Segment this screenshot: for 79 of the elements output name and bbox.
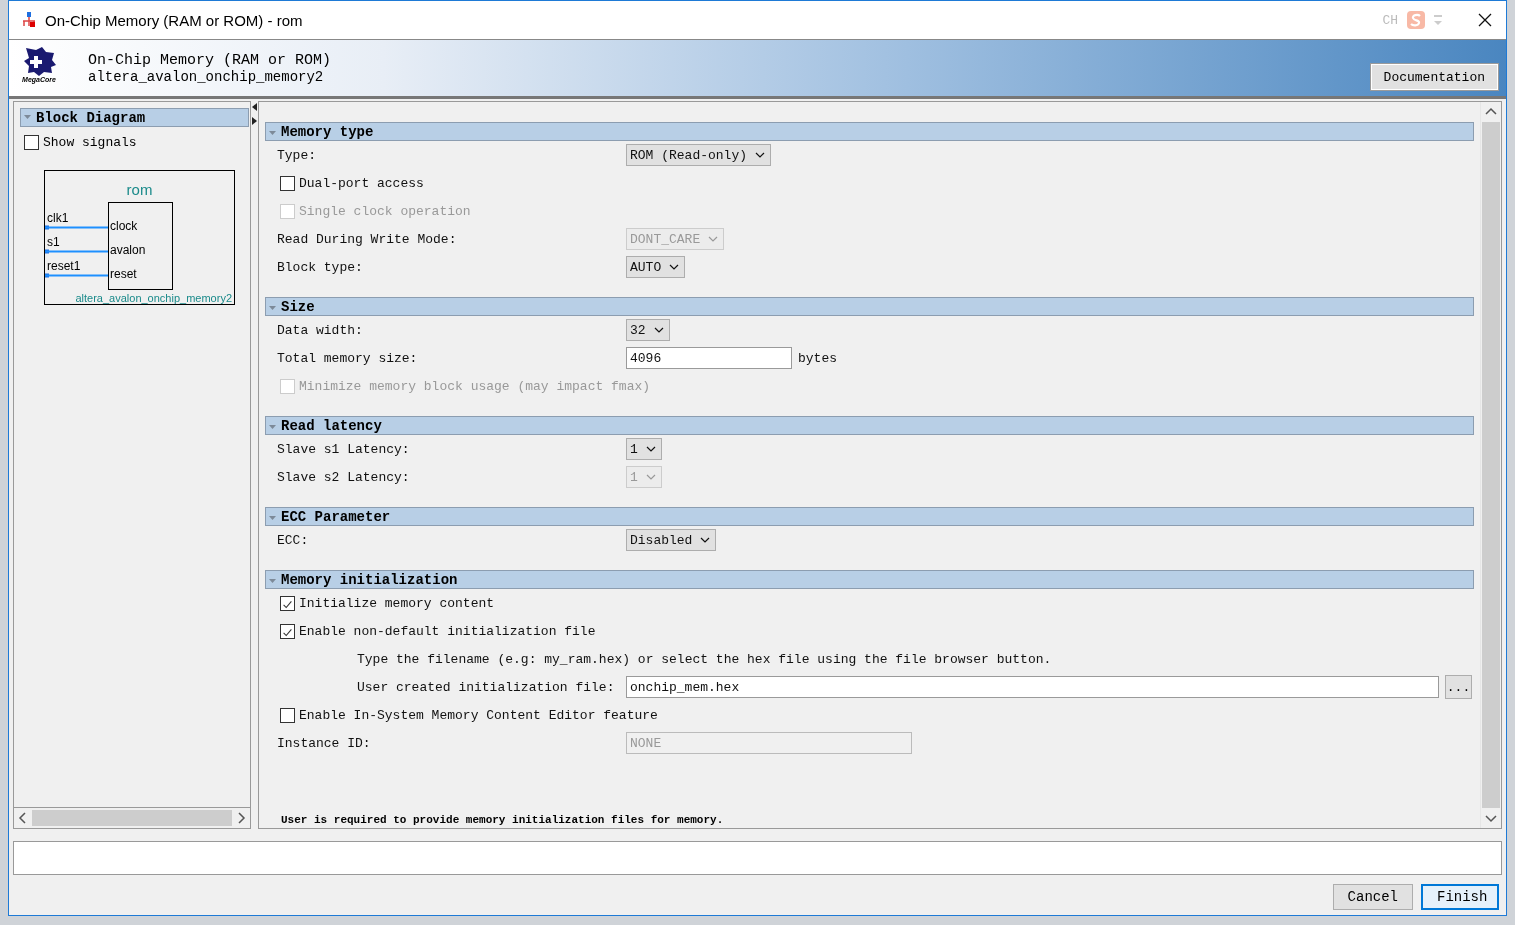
window-title: On-Chip Memory (RAM or ROM) - rom (45, 11, 304, 29)
cancel-button[interactable]: Cancel (1332, 884, 1413, 910)
checkbox-label: Single clock operation (299, 203, 471, 219)
section-title: Memory type (281, 123, 374, 140)
section-title: Size (281, 298, 315, 315)
finish-button[interactable]: Finish (1421, 884, 1499, 910)
chevron-down-icon (669, 264, 680, 270)
documentation-button[interactable]: Documentation (1370, 64, 1498, 90)
dropdown[interactable]: 32 (626, 319, 670, 341)
chevron-down-icon (708, 236, 719, 242)
section-header[interactable]: Memory initialization (265, 570, 1474, 589)
chevron-left-icon[interactable] (18, 812, 28, 824)
hint-text: Type the filename (e.g: my_ram.hex) or select the hex file using the file browser button. (356, 651, 1052, 667)
section-title: ECC Parameter (281, 508, 391, 525)
checkbox-label: Enable In-System Memory Content Editor feature (299, 707, 658, 723)
port-wire (45, 249, 109, 254)
dropdown[interactable]: ROM (Read-only) (626, 144, 772, 166)
section-title: Block Diagram (36, 109, 146, 126)
checkbox[interactable] (24, 135, 39, 150)
field-label: Block type: (277, 259, 364, 275)
text-field[interactable]: 4096 (626, 347, 792, 369)
text-field: NONE (626, 732, 912, 754)
section-title: Read latency (281, 417, 382, 434)
section-header[interactable]: ECC Parameter (265, 507, 1474, 526)
checkbox-label: Minimize memory block usage (may impact fmax) (299, 378, 651, 394)
field-label: Data width: (277, 322, 364, 338)
input-method-icon[interactable] (1406, 10, 1426, 30)
checkbox[interactable] (280, 595, 295, 611)
port-wire (45, 273, 109, 278)
chevron-down-icon (653, 327, 664, 333)
field-label: Slave s2 Latency: (277, 469, 411, 485)
chevron-right-icon[interactable] (236, 812, 246, 824)
checkbox[interactable] (280, 175, 295, 191)
section-header[interactable]: Read latency (265, 416, 1474, 435)
field-label: User created initialization file: (356, 679, 616, 695)
validation-message: User is required to provide memory initialization files for memory. (280, 814, 725, 828)
checkbox[interactable] (280, 623, 295, 639)
dropdown: 1 (626, 466, 662, 488)
browse-button[interactable]: ... (1445, 675, 1472, 699)
checkbox-label: Enable non-default initialization file (299, 623, 596, 639)
field-label: Read During Write Mode: (277, 231, 458, 247)
signal-label: reset1 (47, 259, 81, 273)
section-title: Memory initialization (281, 571, 458, 588)
checkbox-label: Dual-port access (299, 175, 424, 191)
app-icon (21, 12, 37, 28)
component-title: On-Chip Memory (RAM or ROM) (88, 51, 333, 69)
signal-label: s1 (47, 235, 60, 249)
field-label: Total memory size: (277, 350, 419, 366)
instance-name: rom (125, 181, 154, 198)
checkbox-label: Show signals (43, 135, 137, 150)
interface-label: reset (109, 266, 138, 283)
interface-label: avalon (109, 242, 147, 259)
chevron-down-icon (645, 446, 656, 452)
section-header[interactable]: Memory type (265, 122, 1474, 141)
chevron-down-icon (755, 152, 766, 158)
checkbox-label: Initialize memory content (299, 595, 495, 611)
interface-label: clock (109, 218, 139, 235)
chip-logo-icon (22, 46, 56, 76)
unit-label: bytes (798, 350, 837, 366)
dropdown[interactable]: 1 (626, 438, 662, 460)
checkbox[interactable] (280, 707, 295, 723)
dropdown[interactable]: AUTO (626, 256, 686, 278)
chevron-down-icon (700, 537, 711, 543)
chevron-down-icon (645, 474, 656, 480)
vertical-scrollbar[interactable] (1480, 102, 1501, 828)
port-wire (45, 225, 109, 230)
field-label: ECC: (277, 532, 310, 548)
component-name: altera_avalon_onchip_memory2 (88, 68, 325, 85)
file-path-field[interactable]: onchip_mem.hex (626, 676, 1439, 698)
dropdown[interactable]: Disabled (626, 529, 717, 551)
field-label: Slave s1 Latency: (277, 441, 411, 457)
horizontal-scrollbar[interactable] (14, 807, 250, 828)
section-header[interactable]: Block Diagram (20, 108, 249, 127)
field-label: Type: (277, 147, 317, 163)
dropdown: DONT_CARE (626, 228, 725, 250)
field-label: Instance ID: (277, 735, 372, 751)
signal-label: clk1 (47, 211, 69, 225)
module-name: altera_avalon_onchip_memory2 (74, 292, 232, 304)
section-header[interactable]: Size (265, 297, 1474, 316)
